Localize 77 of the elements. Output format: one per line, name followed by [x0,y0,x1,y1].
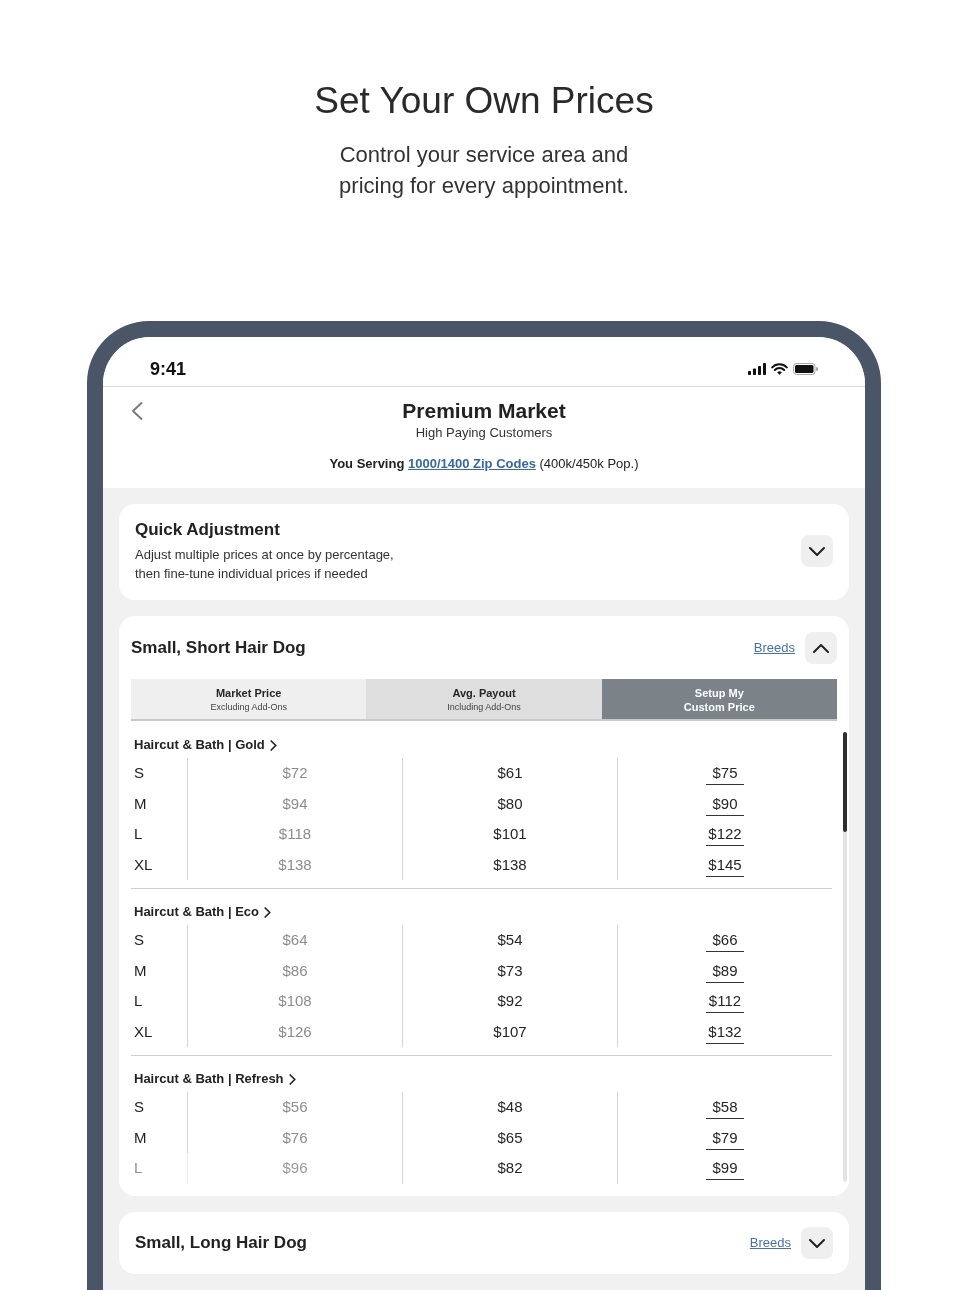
size-label: XL [134,1022,153,1041]
service-link[interactable]: Haircut & Bath | Eco [131,903,271,921]
market-price: $126 [278,1022,312,1041]
custom-price-input[interactable]: $89 [706,961,744,983]
breeds-link[interactable]: Breeds [749,1234,791,1252]
market-price: $72 [282,764,308,783]
card-title: Quick Adjustment [135,519,280,541]
payout-price: $92 [497,992,523,1011]
market-price: $118 [278,825,312,844]
chevron-right-icon [264,906,271,918]
market-price: $64 [282,931,308,950]
zip-codes-link[interactable]: 1000/1400 Zip Codes [408,456,536,471]
market-price: $86 [282,961,308,980]
signal-icon [748,363,766,375]
column-title: Market Price [215,686,282,700]
market-price: $96 [282,1159,308,1178]
custom-price-input[interactable]: $112 [706,992,744,1014]
size-label: M [134,1128,147,1147]
service-link[interactable]: Haircut & Bath | Gold [131,736,277,754]
custom-price-input[interactable]: $75 [706,764,744,786]
chevron-left-icon [131,402,143,420]
expand-button[interactable] [801,1227,833,1259]
collapse-button[interactable] [805,632,837,664]
column-note: Excluding Add-Ons [210,701,287,714]
market-price: $138 [278,855,312,874]
size-label: L [134,992,143,1011]
size-label: L [134,1159,143,1178]
payout-price: $82 [497,1159,523,1178]
size-label: S [134,764,144,783]
custom-price-input[interactable]: $122 [706,825,744,847]
payout-price: $101 [493,825,527,844]
serving-summary: You Serving 1000/1400 Zip Codes (400k/450k Pop.) [329,455,639,473]
page-subtitle: Control your service area and pricing for every appointment. [338,141,630,200]
expand-button[interactable] [801,535,833,567]
wifi-icon [771,363,788,375]
status-time: 9:41 [150,359,187,379]
payout-price: $48 [497,1098,523,1117]
page-title: Set Your Own Prices [314,79,654,123]
chevron-right-icon [288,1073,296,1085]
market-price: $108 [278,992,312,1011]
size-label: L [134,825,143,844]
service-link[interactable]: Haircut & Bath | Refresh [131,1070,296,1088]
size-label: S [134,931,144,950]
custom-price-input[interactable]: $99 [706,1159,744,1181]
payout-price: $73 [497,961,523,980]
size-label: XL [134,855,153,874]
payout-price: $107 [493,1022,527,1041]
column-title: Avg. Payout [452,686,516,700]
back-button[interactable] [131,402,143,420]
size-label: M [134,794,147,813]
custom-price-input[interactable]: $90 [706,794,744,816]
payout-price: $61 [497,764,523,783]
payout-price: $54 [497,931,523,950]
card-description: Adjust multiple prices at once by percentage, then fine-tune individual prices if needed [135,546,395,583]
market-price: $56 [282,1098,308,1117]
scrollbar-thumb[interactable] [843,732,847,832]
custom-price-input[interactable]: $145 [706,855,744,877]
payout-price: $80 [497,794,523,813]
payout-price: $138 [493,855,527,874]
screen-title: Premium Market [402,398,566,424]
column-note: Including Add-Ons [447,701,521,714]
market-price: $76 [282,1128,308,1147]
battery-icon [793,363,818,375]
size-label: M [134,961,147,980]
custom-price-input[interactable]: $58 [706,1098,744,1120]
screen-subtitle: High Paying Customers [415,424,553,442]
custom-price-input[interactable]: $132 [706,1022,744,1044]
custom-price-input[interactable]: $79 [706,1128,744,1150]
category-title: Small, Long Hair Dog [135,1232,307,1254]
payout-price: $65 [497,1128,523,1147]
category-title: Small, Short Hair Dog [131,637,306,659]
market-price: $94 [282,794,308,813]
chevron-right-icon [269,739,277,751]
column-title: Setup My Custom Price [682,686,756,714]
size-label: S [134,1098,144,1117]
breeds-link[interactable]: Breeds [753,639,795,657]
custom-price-input[interactable]: $66 [706,931,744,953]
